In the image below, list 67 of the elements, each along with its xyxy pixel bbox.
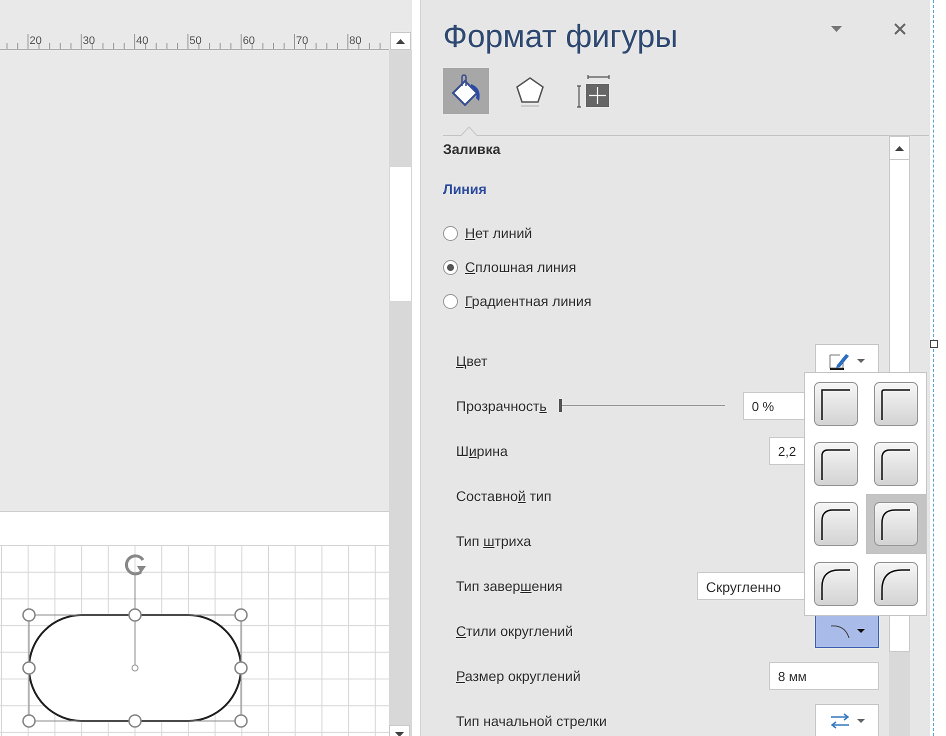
corner-icon (814, 382, 858, 426)
section-header[interactable]: Линия (443, 176, 879, 202)
panel-tab[interactable] (443, 68, 489, 114)
vertical-scrollbar[interactable] (389, 50, 412, 736)
slider-thumb[interactable] (558, 399, 562, 412)
corner-icon (814, 442, 858, 486)
caret-icon (857, 628, 865, 632)
selection-handle[interactable] (128, 714, 142, 728)
property-label: Ширина (456, 442, 508, 458)
radio-option[interactable]: Сплошная линия (443, 250, 879, 284)
ruler-label: 20 (30, 35, 42, 47)
corner-icon (874, 502, 918, 546)
selection-handle[interactable] (22, 608, 36, 622)
close-icon[interactable] (894, 23, 906, 35)
radio-option[interactable]: Нет линий (443, 216, 879, 250)
radio-button[interactable] (443, 294, 458, 308)
join-style-option[interactable] (866, 494, 926, 554)
property-label: Цвет (456, 352, 488, 368)
caret-icon (857, 358, 865, 362)
scroll-up-button[interactable] (889, 136, 910, 160)
section-header[interactable]: Заливка (443, 136, 879, 162)
radio-button[interactable] (443, 260, 458, 274)
corner-icon (874, 562, 918, 606)
scrollbar-thumb[interactable] (390, 167, 411, 301)
corner-icon (874, 442, 918, 486)
dropdown-icon[interactable] (831, 26, 842, 32)
selection-handle[interactable] (22, 661, 36, 675)
selection-handle[interactable] (234, 608, 248, 622)
property-label: Составной тип (456, 488, 552, 504)
property-label: Тип завершения (456, 578, 562, 594)
caret-icon (857, 718, 865, 722)
curve-icon (829, 622, 851, 638)
corner-size-field[interactable]: 8 мм (769, 662, 879, 690)
ruler-label: 80 (349, 35, 362, 47)
ruler-label: 50 (189, 35, 202, 47)
selection-handle[interactable] (128, 608, 142, 622)
property-label: Тип штриха (456, 532, 532, 548)
up-arrow-icon (895, 146, 904, 150)
arrows-icon (829, 712, 851, 728)
pin-handle[interactable] (132, 664, 138, 672)
property-label: Размер округлений (456, 668, 581, 684)
radio-button[interactable] (443, 226, 458, 240)
scroll-up-button[interactable] (390, 32, 411, 50)
property-label: Стили округлений (456, 622, 573, 638)
corner-icon (814, 562, 858, 606)
selection-handle[interactable] (234, 661, 248, 675)
ruler-label: 40 (136, 35, 148, 47)
corner-icon (814, 502, 858, 546)
ruler-label: 30 (82, 35, 96, 47)
ruler-label: 60 (242, 35, 255, 47)
down-arrow-icon (395, 732, 404, 736)
ruler-label: 70 (296, 35, 308, 47)
property-label: Прозрачность (456, 398, 547, 414)
size-position-icon (577, 74, 611, 108)
rotate-icon[interactable] (125, 554, 146, 576)
corner-icon (874, 382, 918, 426)
pencil-icon (829, 352, 851, 370)
panel-title: Формат фигуры (443, 18, 678, 54)
property-label: Тип начальной стрелки (456, 712, 607, 728)
up-arrow-icon (396, 38, 405, 44)
join-style-button[interactable] (815, 614, 879, 648)
rounded-rectangle[interactable] (28, 614, 242, 722)
selection-handle[interactable] (22, 714, 36, 728)
arrow-type-button[interactable] (815, 704, 879, 736)
selection-handle[interactable] (234, 714, 248, 728)
resize-handle[interactable] (930, 340, 938, 348)
radio-option[interactable]: Градиентная линия (443, 284, 879, 318)
